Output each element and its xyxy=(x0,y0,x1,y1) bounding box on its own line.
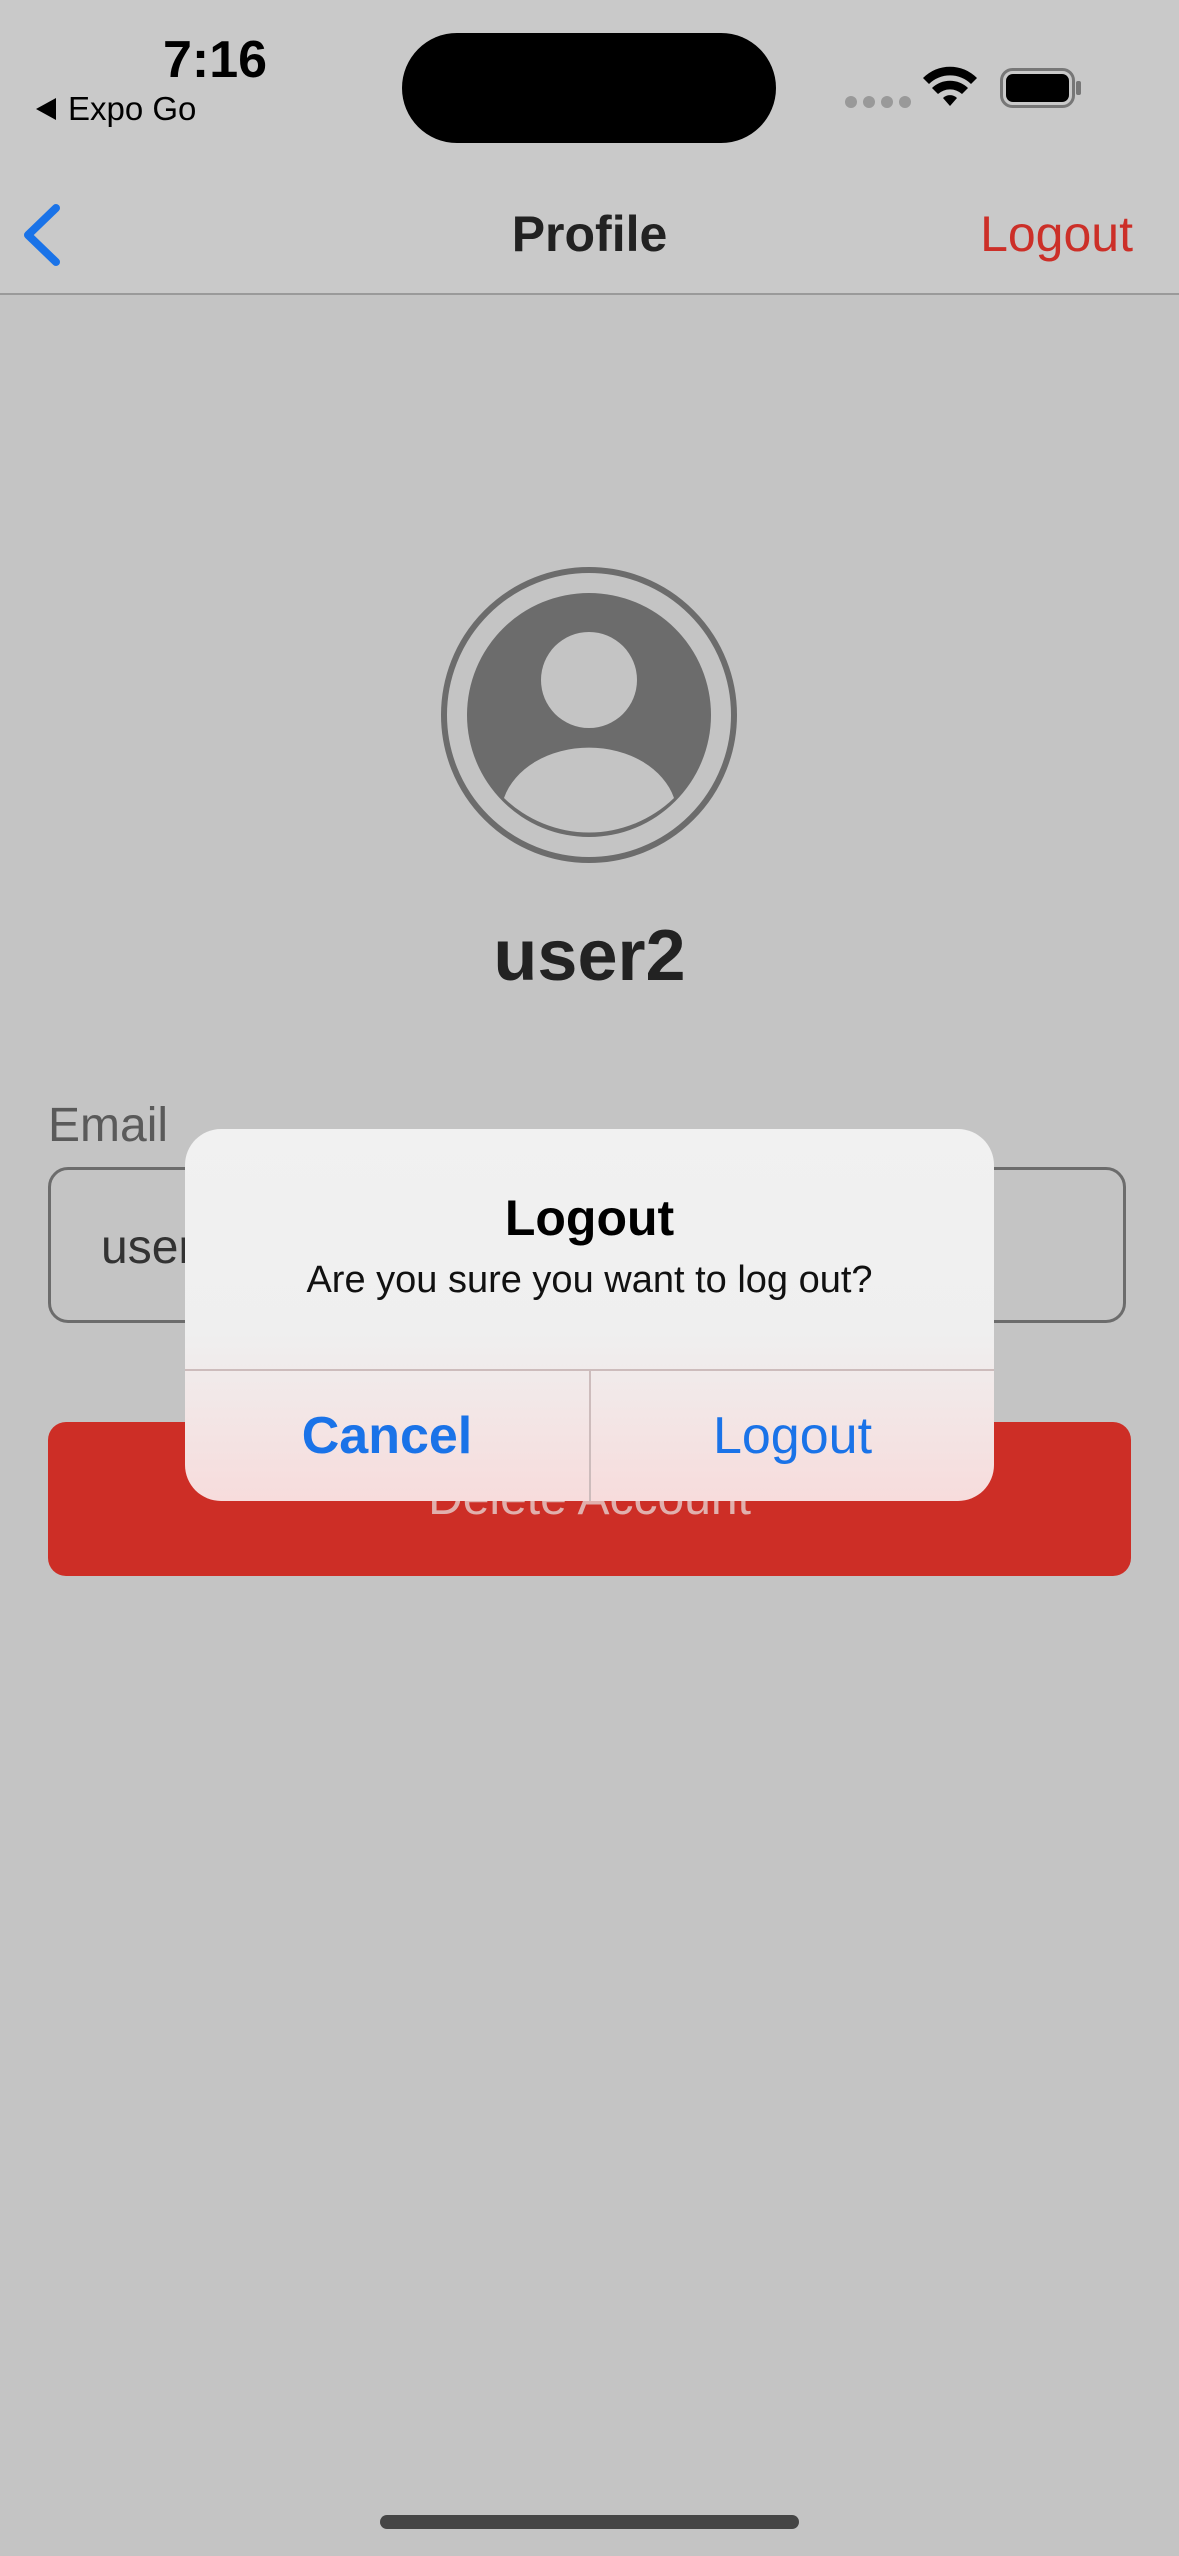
back-triangle-icon xyxy=(36,98,56,120)
profile-screen: 7:16 Expo Go Profile Logout user2 Email … xyxy=(0,0,1179,2556)
dynamic-island xyxy=(402,33,776,143)
alert-cancel-button[interactable]: Cancel xyxy=(185,1371,589,1501)
email-value: user xyxy=(101,1221,195,1274)
email-label: Email xyxy=(48,1099,169,1152)
username: user2 xyxy=(493,916,686,996)
alert-message: Are you sure you want to log out? xyxy=(306,1259,873,1301)
battery-icon xyxy=(1000,68,1081,108)
wifi-icon xyxy=(923,66,977,106)
logout-alert-dialog: Logout Are you sure you want to log out?… xyxy=(185,1129,994,1501)
cellular-signal-icon xyxy=(845,96,911,108)
alert-logout-button[interactable]: Logout xyxy=(591,1371,994,1501)
alert-title: Logout xyxy=(504,1190,675,1246)
status-bar: 7:16 Expo Go xyxy=(0,0,1179,150)
status-time: 7:16 xyxy=(163,31,268,89)
avatar xyxy=(441,567,737,863)
back-to-app-link[interactable]: Expo Go xyxy=(36,90,196,128)
back-to-app-label: Expo Go xyxy=(68,90,197,127)
home-indicator[interactable] xyxy=(380,2515,799,2529)
header-logout-button[interactable]: Logout xyxy=(980,205,1133,263)
navigation-header: Profile Logout xyxy=(0,150,1179,295)
